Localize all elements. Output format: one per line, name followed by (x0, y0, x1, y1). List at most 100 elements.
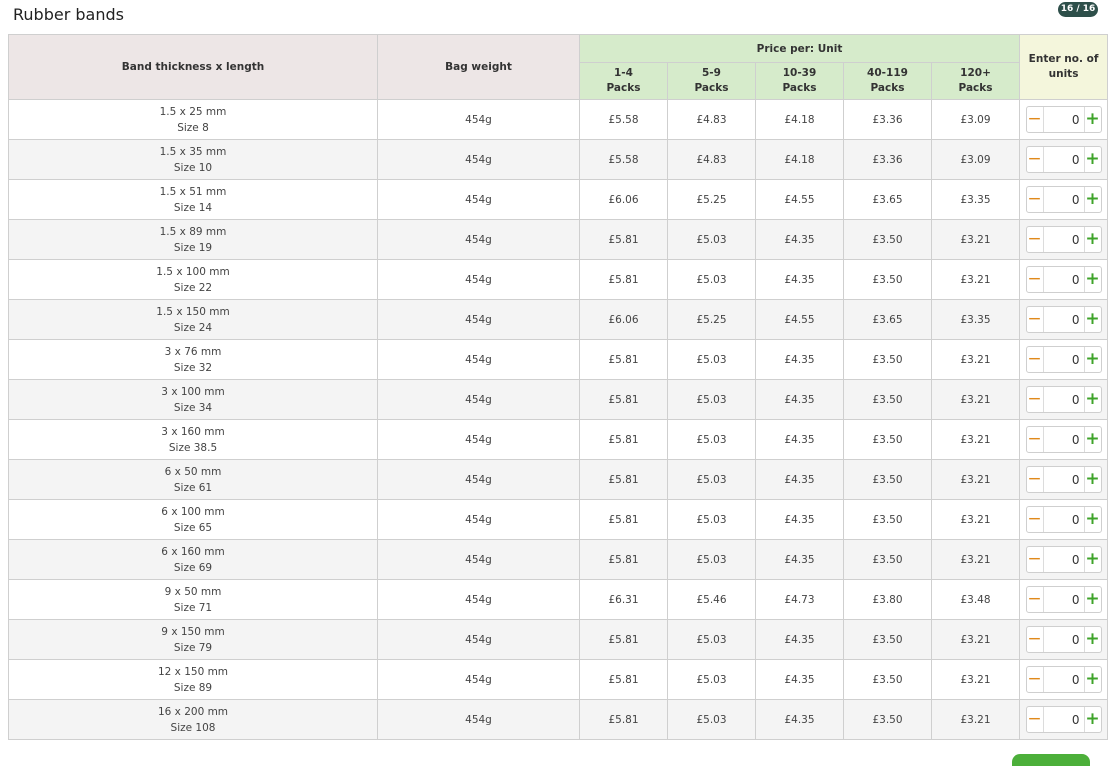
tier-unit: Packs (694, 82, 729, 94)
quantity-input[interactable] (1043, 348, 1084, 371)
quantity-input[interactable] (1043, 468, 1084, 491)
quantity-input[interactable] (1043, 228, 1084, 251)
minus-icon[interactable]: − (1027, 627, 1044, 652)
minus-icon[interactable]: − (1027, 107, 1044, 132)
minus-icon[interactable]: − (1027, 427, 1044, 452)
band-dimensions: 1.5 x 150 mm (156, 305, 230, 318)
quantity-input[interactable] (1043, 628, 1084, 651)
minus-icon[interactable]: − (1027, 667, 1044, 692)
price-cell: £4.18 (755, 139, 844, 180)
add-to-basket-button[interactable] (1012, 754, 1090, 766)
price-cell: £3.50 (843, 699, 932, 740)
table-row: 16 x 200 mm Size 108 454g £5.81 £5.03 £4.35 £3… (8, 699, 1109, 740)
table-body: 1.5 x 25 mm Size 8 454g £5.58 £4.83 £4.18 £3.3… (8, 99, 1109, 740)
weight-header: Bag weight (377, 34, 580, 100)
quantity-input[interactable] (1043, 708, 1084, 731)
quantity-input[interactable] (1043, 588, 1084, 611)
quantity-input[interactable] (1043, 508, 1084, 531)
minus-icon[interactable]: − (1027, 587, 1044, 612)
plus-icon[interactable]: + (1083, 227, 1101, 252)
plus-icon[interactable]: + (1083, 107, 1101, 132)
plus-icon[interactable]: + (1083, 387, 1101, 412)
price-cell: £4.35 (755, 259, 844, 300)
plus-icon[interactable]: + (1083, 667, 1101, 692)
quantity-input[interactable] (1043, 388, 1084, 411)
plus-icon[interactable]: + (1083, 187, 1101, 212)
quantity-input[interactable] (1043, 668, 1084, 691)
price-cell: £5.03 (667, 339, 756, 380)
minus-icon[interactable]: − (1027, 547, 1044, 572)
minus-icon[interactable]: − (1027, 227, 1044, 252)
price-cell: £4.83 (667, 99, 756, 140)
plus-icon[interactable]: + (1083, 147, 1101, 172)
price-cell: £5.03 (667, 619, 756, 660)
tier-unit: Packs (606, 82, 641, 94)
units-header-line1: Enter no. of (1028, 53, 1099, 65)
table-row: 12 x 150 mm Size 89 454g £5.81 £5.03 £4.35 £3.… (8, 659, 1109, 700)
quantity-input[interactable] (1043, 308, 1084, 331)
price-cell: £4.18 (755, 99, 844, 140)
minus-icon[interactable]: − (1027, 307, 1044, 332)
minus-icon[interactable]: − (1027, 267, 1044, 292)
band-size: Size 108 (170, 721, 216, 734)
plus-icon[interactable]: + (1083, 587, 1101, 612)
minus-icon[interactable]: − (1027, 507, 1044, 532)
quantity-input[interactable] (1043, 108, 1084, 131)
table-row: 9 x 150 mm Size 79 454g £5.81 £5.03 £4.35 £3.5… (8, 619, 1109, 660)
tier-qty: 1-4 (614, 67, 633, 79)
band-cell: 1.5 x 100 mm Size 22 (8, 259, 378, 300)
band-size: Size 61 (173, 481, 213, 494)
price-cell: £5.81 (579, 499, 668, 540)
band-size: Size 32 (173, 361, 213, 374)
price-cell: £3.21 (930, 699, 1021, 740)
plus-icon[interactable]: + (1083, 547, 1101, 572)
plus-icon[interactable]: + (1083, 427, 1101, 452)
band-size: Size 79 (173, 641, 213, 654)
plus-icon[interactable]: + (1083, 467, 1101, 492)
quantity-stepper: −+ (1025, 106, 1102, 133)
bag-weight-cell: 454g (377, 619, 580, 660)
price-cell: £3.50 (843, 259, 932, 300)
plus-icon[interactable]: + (1083, 307, 1101, 332)
price-cell: £4.35 (755, 419, 844, 460)
tier-header-1: 5-9 Packs (667, 62, 756, 100)
minus-icon[interactable]: − (1027, 387, 1044, 412)
price-cell: £3.50 (843, 619, 932, 660)
price-cell: £5.03 (667, 219, 756, 260)
price-cell: £3.65 (843, 299, 932, 340)
band-dimensions: 1.5 x 89 mm (159, 225, 227, 238)
bag-weight-cell: 454g (377, 539, 580, 580)
quantity-stepper: −+ (1025, 586, 1102, 613)
quantity-input[interactable] (1043, 268, 1084, 291)
band-cell: 12 x 150 mm Size 89 (8, 659, 378, 700)
quantity-input[interactable] (1043, 428, 1084, 451)
quantity-input[interactable] (1043, 148, 1084, 171)
minus-icon[interactable]: − (1027, 147, 1044, 172)
plus-icon[interactable]: + (1083, 627, 1101, 652)
price-cell: £3.21 (930, 219, 1021, 260)
price-cell: £3.50 (843, 459, 932, 500)
bag-weight-cell: 454g (377, 459, 580, 500)
minus-icon[interactable]: − (1027, 467, 1044, 492)
bag-weight-cell: 454g (377, 659, 580, 700)
quantity-stepper: −+ (1025, 186, 1102, 213)
quantity-input[interactable] (1043, 548, 1084, 571)
band-dimensions: 9 x 50 mm (164, 585, 222, 598)
minus-icon[interactable]: − (1027, 707, 1044, 732)
price-cell: £3.21 (930, 659, 1021, 700)
minus-icon[interactable]: − (1027, 187, 1044, 212)
price-cell: £3.35 (930, 299, 1021, 340)
plus-icon[interactable]: + (1083, 507, 1101, 532)
price-cell: £4.35 (755, 619, 844, 660)
price-cell: £3.21 (930, 379, 1021, 420)
price-cell: £5.81 (579, 259, 668, 300)
band-dimensions: 6 x 160 mm (161, 545, 225, 558)
plus-icon[interactable]: + (1083, 707, 1101, 732)
band-dimensions: 9 x 150 mm (161, 625, 225, 638)
minus-icon[interactable]: − (1027, 347, 1044, 372)
bag-weight-cell: 454g (377, 699, 580, 740)
quantity-input[interactable] (1043, 188, 1084, 211)
plus-icon[interactable]: + (1083, 267, 1101, 292)
plus-icon[interactable]: + (1083, 347, 1101, 372)
units-cell: −+ (1019, 99, 1109, 140)
